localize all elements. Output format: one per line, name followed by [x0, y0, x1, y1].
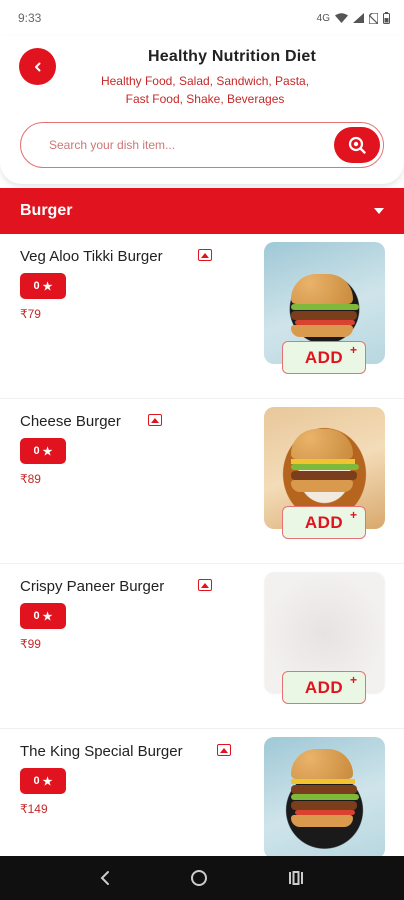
item-name: Cheese Burger [20, 413, 121, 430]
star-icon: ★ [42, 445, 53, 458]
menu-item-list: Veg Aloo Tikki Burger 0 ★ ₹79 ADD + Cheese… [0, 234, 404, 856]
rating-badge: 0 ★ [20, 438, 66, 464]
battery-icon [383, 12, 390, 24]
star-icon: ★ [42, 280, 53, 293]
menu-item: Veg Aloo Tikki Burger 0 ★ ₹79 ADD + [0, 234, 404, 399]
header: Healthy Nutrition Diet Healthy Food, Sal… [0, 36, 404, 184]
menu-item: Crispy Paneer Burger 0 ★ ₹99 ADD + [0, 564, 404, 729]
system-nav-bar [0, 856, 404, 900]
menu-item: Cheese Burger 0 ★ ₹89 ADD + [0, 399, 404, 564]
burger-illustration [290, 429, 359, 492]
recents-nav-icon[interactable] [287, 870, 305, 886]
search-input[interactable] [49, 123, 319, 166]
subtitle-line-1: Healthy Food, Salad, Sandwich, Pasta, [100, 74, 310, 88]
add-button[interactable]: ADD + [282, 506, 366, 539]
search-icon [348, 136, 366, 154]
add-button[interactable]: ADD + [282, 671, 366, 704]
back-nav-icon[interactable] [99, 870, 111, 886]
category-dropdown[interactable]: Burger [0, 188, 404, 234]
search-button[interactable] [334, 127, 380, 163]
item-name: Crispy Paneer Burger [20, 578, 165, 595]
menu-item: The King Special Burger 0 ★ ₹149 [0, 729, 404, 856]
category-label: Burger [20, 202, 73, 219]
nonveg-indicator-icon [198, 249, 212, 261]
item-image [264, 737, 385, 856]
burger-illustration [290, 749, 359, 827]
plus-icon: + [349, 673, 357, 687]
nonveg-indicator-icon [148, 414, 162, 426]
status-icons: 4G [317, 12, 390, 24]
rating-value: 0 [33, 445, 40, 457]
rating-value: 0 [33, 610, 40, 622]
star-icon: ★ [42, 775, 53, 788]
no-sim-icon [369, 12, 378, 24]
item-price: ₹149 [20, 802, 48, 816]
add-label: ADD [304, 512, 344, 532]
rating-value: 0 [33, 775, 40, 787]
add-label: ADD [304, 677, 344, 697]
rating-value: 0 [33, 280, 40, 292]
item-price: ₹99 [20, 637, 41, 651]
home-nav-icon[interactable] [190, 869, 208, 887]
page-title: Healthy Nutrition Diet [148, 48, 316, 65]
item-price: ₹79 [20, 307, 41, 321]
network-type: 4G [316, 12, 330, 24]
wifi-icon [335, 13, 348, 23]
back-button[interactable] [19, 48, 56, 85]
plus-icon: + [349, 508, 357, 522]
caret-down-icon [374, 208, 384, 214]
signal-icon [353, 13, 364, 23]
burger-illustration [290, 274, 359, 337]
status-bar: 9:33 4G [0, 0, 404, 36]
nonveg-indicator-icon [198, 579, 212, 591]
rating-badge: 0 ★ [20, 768, 66, 794]
add-label: ADD [304, 347, 344, 367]
rating-badge: 0 ★ [20, 273, 66, 299]
plus-icon: + [349, 343, 357, 357]
item-price: ₹89 [20, 472, 41, 486]
star-icon: ★ [42, 610, 53, 623]
item-name: The King Special Burger [20, 743, 183, 760]
nonveg-indicator-icon [217, 744, 231, 756]
subtitle-line-2: Fast Food, Shake, Beverages [125, 92, 285, 106]
item-name: Veg Aloo Tikki Burger [20, 248, 163, 265]
search-bar [20, 122, 384, 168]
add-button[interactable]: ADD + [282, 341, 366, 374]
status-time: 9:33 [18, 11, 42, 25]
rating-badge: 0 ★ [20, 603, 66, 629]
page-subtitle: Healthy Food, Salad, Sandwich, Pasta, Fa… [76, 72, 334, 108]
chevron-left-icon [34, 62, 40, 71]
